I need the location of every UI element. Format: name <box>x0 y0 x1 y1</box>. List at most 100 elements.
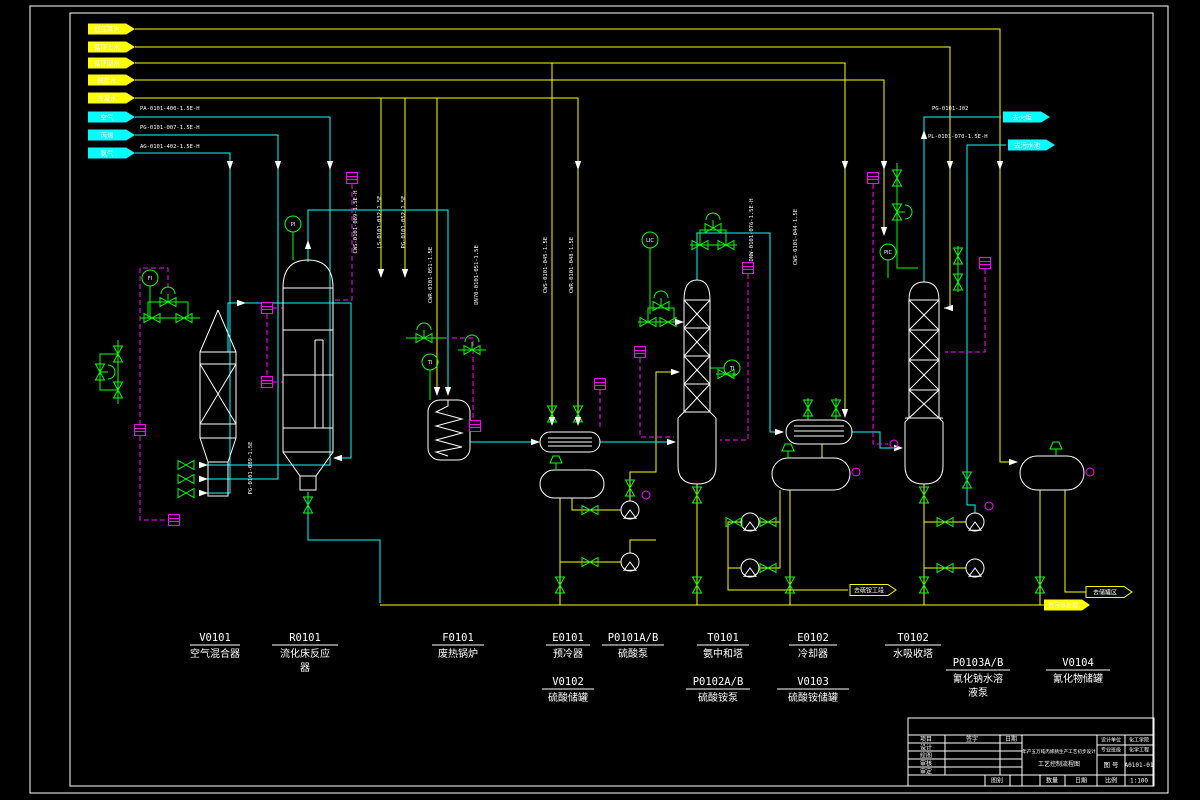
relief-valve-icon <box>781 443 795 459</box>
drawing-number-label: 图 号 <box>1103 761 1119 769</box>
stream-flag: 空气 <box>88 111 135 123</box>
equipment-id: V0104 <box>1062 657 1094 669</box>
stream-flag: 去火炬 <box>1003 111 1050 123</box>
air-mixer-V0101 <box>199 309 237 497</box>
instrument-square-icon <box>261 376 273 388</box>
equipment-label: P0101A/B 硫酸泵 <box>602 632 664 660</box>
waste-heat-boiler-F0101 <box>427 399 471 461</box>
equipment-id: P0102A/B <box>693 676 744 688</box>
control-valve-icon <box>159 286 177 307</box>
pump-P0101A <box>620 500 640 520</box>
equipment-name: 氰化钠水溶 <box>953 672 1003 685</box>
pump-P0102A <box>740 512 760 532</box>
pipe-code-label: DN70-0101-051-1.5E <box>474 245 480 305</box>
pipe-code-label: AG-0101-402-1.5E-H <box>140 144 200 150</box>
cooler-E0102 <box>785 419 853 445</box>
pipe-code-label: LS-0101-032-1.5E <box>377 196 383 249</box>
pipe-code-label: PG-0101-007-1.5E-H <box>140 125 200 131</box>
equipment-name: 冷却器 <box>798 647 828 660</box>
equipment-id: P0103A/B <box>953 657 1004 669</box>
valve-icon <box>177 488 195 498</box>
instrument-tag: LIC <box>646 238 654 244</box>
equipment-labels: V0101 空气混合器 R0101 流化床反应 器 F0101 废热锅炉 E01… <box>190 632 1110 704</box>
relief-valve-icon <box>1049 441 1063 457</box>
pipe-code-label: CWS-0101-089-1.5E-H <box>353 191 359 254</box>
instrument-tag: PIC <box>884 250 892 256</box>
equipment-label: P0103A/B 氰化钠水溶 液泵 <box>946 657 1010 699</box>
pipe-code-label: DNW-0101-076-1.5E-H <box>749 199 755 262</box>
pipe-code-label: CWS-0101-044-1.5E <box>793 209 799 265</box>
control-valve-icon <box>95 363 116 381</box>
pipe-code-label: CWR-0101-051-1.5E <box>428 247 434 303</box>
outlet-flags-right: 去火炬 去污水池 PG-0101-J02 PL-0101-070-1.5E-H <box>928 106 1055 151</box>
title-block-cell: 数量 <box>1046 777 1058 785</box>
neutralization-tower-T0101 <box>677 279 717 485</box>
stream-flag-label: 循环上水 <box>94 43 121 52</box>
pipe-code-label: PG-0101-089-1.5E <box>248 442 254 495</box>
stream-flag: 冷凝水 <box>88 92 135 104</box>
pump-P0103B <box>965 558 985 578</box>
acid-tank-V0102 <box>539 469 605 499</box>
equipment-name: 硫酸铵泵 <box>698 691 738 704</box>
pump-P0101B <box>620 552 640 572</box>
relief-valve-icon <box>549 455 563 471</box>
fluidized-bed-reactor-R0101 <box>282 259 334 491</box>
scale-value: 1:100 <box>1130 778 1148 785</box>
equipment-id: V0102 <box>552 676 584 688</box>
equipment-label: P0102A/B 硫酸铵泵 <box>686 676 750 704</box>
equipment-label: T0102 水吸收塔 <box>885 632 941 660</box>
equipment-id: E0102 <box>797 632 829 644</box>
equipment-label: R0101 流化床反应 器 <box>272 632 338 674</box>
instrument-square-icon <box>634 346 646 358</box>
title-block-cell: 日期 <box>1005 735 1017 743</box>
drawing-title-line2: 工艺控制流程图 <box>1038 760 1080 768</box>
inlet-flags-cyan: 空气 丙烯 氨气 PA-0101-400-1.5E-H PG-0101-007-… <box>88 106 200 159</box>
title-block-cell: 图别 <box>991 777 1003 785</box>
title-block-cell: 化工学院 <box>1129 737 1149 744</box>
control-valve-icon <box>415 322 433 343</box>
instrument-tag: TI <box>729 366 735 372</box>
control-valve-icon <box>892 203 913 221</box>
pump-P0103A <box>965 512 985 532</box>
equipment-label: E0101 预冷器 <box>546 632 590 660</box>
instrument-squares <box>134 172 991 526</box>
instrument-air-lines-green <box>99 163 959 420</box>
stream-flag-label: 去火炬 <box>1012 113 1032 122</box>
stream-flag: 循环上水 <box>88 41 135 53</box>
instrument-square-icon <box>979 257 991 269</box>
instrument-tag: PI <box>291 222 296 228</box>
equipment-label: V0102 硫酸储罐 <box>542 676 594 704</box>
stream-flag-label: 氨气 <box>101 149 115 158</box>
cyanide-tank-V0104 <box>1019 455 1085 491</box>
valve-icon <box>177 474 195 484</box>
stream-flag-label: 去储罐区 <box>1093 589 1117 597</box>
absorption-tower-T0102 <box>904 281 944 485</box>
title-block-cell: 设计单位 <box>1101 737 1121 744</box>
equipment-label: E0102 冷却器 <box>789 632 837 660</box>
stream-flag-label: 空气 <box>101 113 115 122</box>
scale-label: 比例 <box>1105 777 1117 785</box>
title-block-cell: 化学工程 <box>1129 747 1149 754</box>
stream-flag-label: 去污水池 <box>1014 141 1041 150</box>
instrument-square-icon <box>168 514 180 526</box>
title-block-cell: 审核 <box>920 760 932 768</box>
stream-flag-label: 去硫铵工段 <box>854 587 884 595</box>
stream-flag: 去储罐区 <box>1085 586 1133 598</box>
instrument-square-icon <box>134 424 146 436</box>
stream-flag-label: 去污水处理 <box>1048 602 1078 610</box>
pipe-code-label: PG-0101-J02 <box>932 106 968 112</box>
equipment-name: 液泵 <box>968 686 988 699</box>
equipment-id: T0101 <box>707 632 739 644</box>
instrument-square-icon <box>867 172 879 184</box>
equipment-name: 流化床反应 <box>280 647 330 660</box>
drawing-title-line1: 年产五万吨丙烯腈生产工艺初步设计 <box>1022 748 1096 755</box>
equipment-label: V0104 氰化物储罐 <box>1046 657 1110 685</box>
precooler-E0101 <box>539 431 601 453</box>
process-lines-cyan <box>135 116 1006 603</box>
equipment-name: 水吸收塔 <box>893 647 933 660</box>
equipment-id: V0101 <box>199 632 231 644</box>
equipment-name: 硫酸储罐 <box>548 691 588 704</box>
equipment-name: 器 <box>300 662 310 674</box>
equipment-label: V0101 空气混合器 <box>190 632 240 660</box>
title-block-cell: 签字 <box>966 735 978 743</box>
